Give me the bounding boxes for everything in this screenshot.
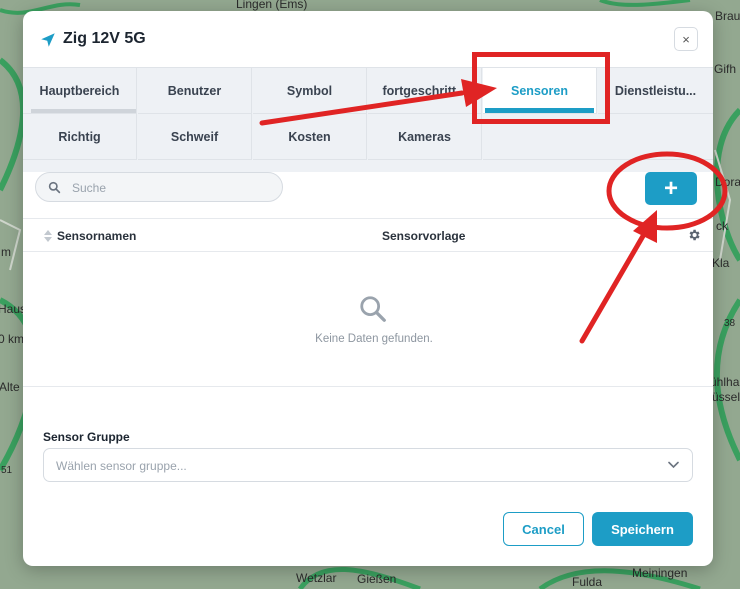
column-sensorvorlage: Sensorvorlage (382, 229, 466, 243)
map-label: ühlha (710, 375, 740, 389)
chevron-down-icon (668, 461, 679, 469)
map-label: Kla (712, 256, 730, 270)
map-label: Wetzlar (296, 571, 337, 585)
map-label: Gifh (714, 62, 737, 76)
sensor-group-placeholder: Wählen sensor gruppe... (56, 459, 187, 473)
tab-schweif[interactable]: Schweif (138, 114, 252, 160)
search-icon (360, 296, 386, 322)
map-label: 0 km (0, 332, 25, 346)
map-label: Braun (715, 9, 740, 23)
close-button[interactable]: × (674, 27, 698, 51)
map-label: ck (716, 219, 728, 233)
search-box[interactable] (35, 172, 283, 202)
tab-bar: Hauptbereich Benutzer Symbol fortgeschri… (23, 67, 713, 172)
dialog-title: Zig 12V 5G (63, 30, 146, 47)
map-label: 51 (1, 465, 13, 476)
cancel-button[interactable]: Cancel (503, 512, 584, 546)
column-sensornamen[interactable]: Sensornamen (57, 229, 136, 243)
map-label: m (1, 245, 11, 259)
tab-dienstleistungen[interactable]: Dienstleistu... (598, 68, 713, 114)
tab-benutzer[interactable]: Benutzer (138, 68, 252, 114)
tab-hauptbereich[interactable]: Hauptbereich (23, 68, 137, 114)
section-divider (23, 386, 713, 387)
map-label: Gießen (357, 572, 397, 586)
tab-kameras[interactable]: Kameras (368, 114, 482, 160)
plus-icon: + (663, 174, 678, 202)
map-label: Dora (715, 175, 740, 189)
map-label: 38 (724, 318, 736, 329)
map-label: Fulda (572, 575, 603, 589)
search-input[interactable] (70, 177, 274, 199)
navigation-arrow-icon (41, 33, 55, 47)
map-label: Lingen (Ems) (236, 0, 308, 11)
tab-symbol[interactable]: Symbol (253, 68, 367, 114)
add-sensor-button[interactable]: + (645, 172, 697, 205)
tab-sensoren[interactable]: Sensoren (483, 68, 597, 114)
map-label: Meiningen (632, 566, 688, 580)
tab-kosten[interactable]: Kosten (253, 114, 367, 160)
gear-icon[interactable] (687, 228, 701, 242)
sensor-group-select[interactable]: Wählen sensor gruppe... (43, 448, 693, 482)
map-label: üssel (712, 390, 740, 404)
tab-richtig[interactable]: Richtig (23, 114, 137, 160)
dialog-header: Zig 12V 5G × (23, 11, 713, 67)
tab-empty-slot (483, 114, 713, 160)
sensor-dialog: Zig 12V 5G × Hauptbereich Benutzer Symbo… (23, 11, 713, 566)
save-button[interactable]: Speichern (592, 512, 693, 546)
tab-fortgeschritten[interactable]: fortgeschritt... (368, 68, 482, 114)
close-icon: × (682, 31, 690, 47)
map-label: Alte (0, 380, 20, 394)
table-header: Sensornamen Sensorvorlage (23, 218, 713, 252)
empty-state-text: Keine Daten gefunden. (315, 333, 433, 345)
sensor-group-label: Sensor Gruppe (43, 430, 130, 444)
sort-icon[interactable] (44, 230, 52, 242)
search-icon (48, 181, 61, 194)
